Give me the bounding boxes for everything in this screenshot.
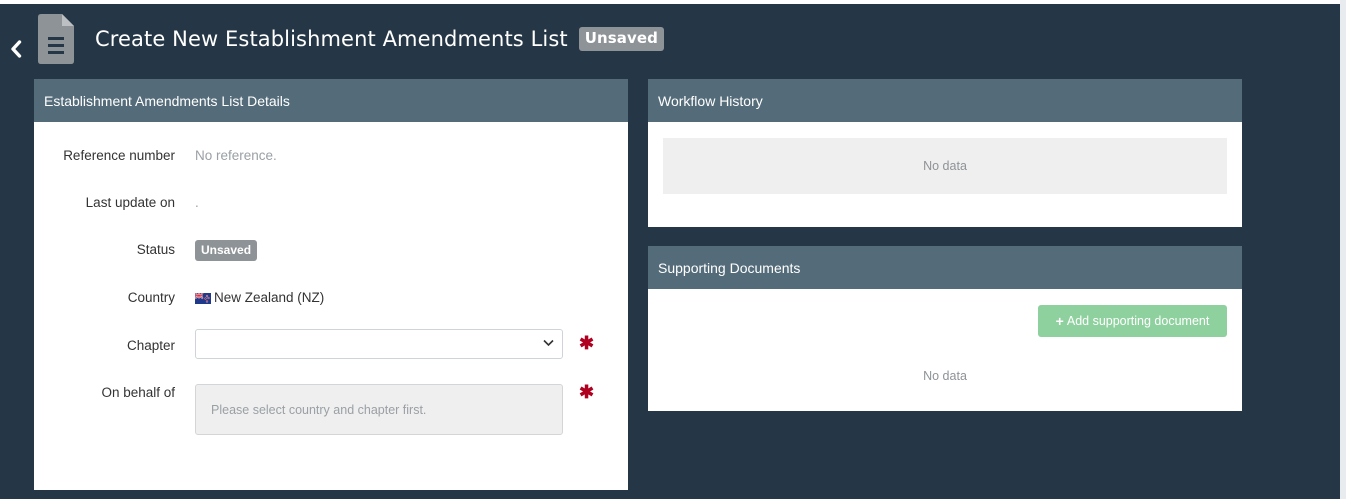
details-panel-header: Establishment Amendments List Details: [34, 79, 628, 122]
workflow-history-panel: Workflow History No data: [648, 79, 1242, 227]
chevron-left-icon: [11, 40, 22, 58]
last-update-label: Last update on: [85, 195, 175, 210]
chapter-required-mark: ✱: [579, 333, 595, 353]
back-button[interactable]: [6, 36, 26, 62]
on-behalf-of-label: On behalf of: [101, 385, 175, 400]
reference-number-value: No reference.: [195, 148, 277, 163]
new-zealand-flag-icon: [195, 293, 211, 304]
on-behalf-of-placeholder: Please select country and chapter first.: [211, 402, 427, 417]
status-value-wrap: Unsaved: [195, 240, 258, 261]
document-icon: [38, 14, 74, 64]
window-edge: [1340, 0, 1346, 499]
add-supporting-document-button[interactable]: + Add supporting document: [1038, 305, 1227, 337]
reference-number-label: Reference number: [63, 148, 175, 163]
country-label: Country: [127, 290, 175, 305]
workflow-history-header: Workflow History: [648, 79, 1242, 122]
documents-empty-state: No data: [923, 369, 967, 383]
supporting-documents-header: Supporting Documents: [648, 246, 1242, 289]
chevron-down-icon: [543, 339, 554, 347]
plus-icon: +: [1055, 313, 1064, 329]
status-label: Status: [136, 242, 175, 257]
chapter-select[interactable]: [195, 329, 563, 359]
country-value: New Zealand (NZ): [214, 290, 325, 305]
last-update-value: .: [195, 195, 199, 210]
chapter-label: Chapter: [126, 338, 175, 353]
page-title: Create New Establishment Amendments List…: [95, 27, 665, 51]
on-behalf-of-required-mark: ✱: [579, 382, 595, 402]
supporting-documents-panel: Supporting Documents + Add supporting do…: [648, 246, 1242, 411]
on-behalf-of-field: Please select country and chapter first.: [195, 384, 563, 435]
status-badge: Unsaved: [578, 27, 665, 51]
add-supporting-document-label: Add supporting document: [1066, 314, 1210, 328]
workflow-empty-state: No data: [663, 138, 1227, 194]
status-value-badge: Unsaved: [195, 240, 258, 261]
country-value-wrap: New Zealand (NZ): [195, 290, 324, 305]
page-title-text: Create New Establishment Amendments List: [95, 27, 568, 51]
details-panel: Establishment Amendments List Details Re…: [34, 79, 628, 490]
